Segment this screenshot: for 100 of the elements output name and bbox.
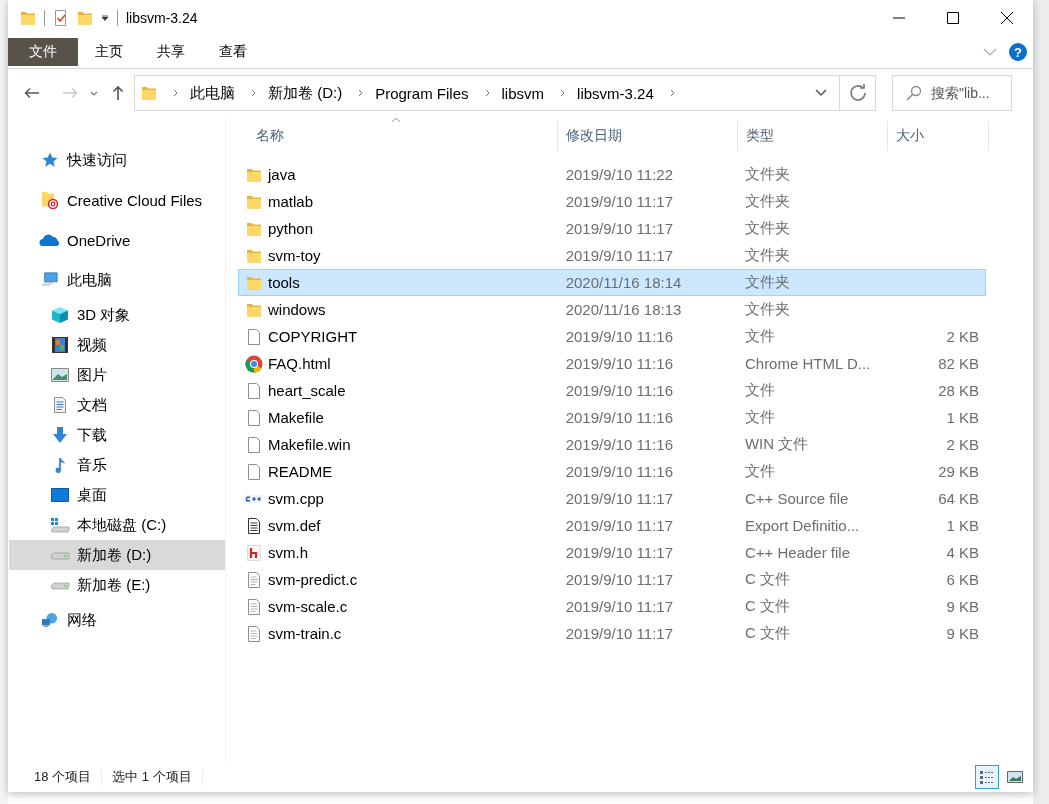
breadcrumb[interactable]: libsvm-3.24 [577,84,654,102]
properties-icon[interactable] [53,10,69,26]
file-size: 29 KB [938,463,979,480]
file-size: 9 KB [946,625,979,642]
file-row[interactable]: tools 2020/11/16 18:14 文件夹 [238,269,986,296]
nav-item[interactable]: 快速访问 [9,140,225,180]
folder-icon [141,85,157,101]
chevron-right-icon [669,89,675,97]
nav-item[interactable]: 音乐 [9,450,225,480]
nav-item[interactable]: OneDrive [9,220,225,260]
file-row[interactable]: svm.def 2019/9/10 11:17 Export Definitio... 1 KB [238,512,986,539]
file-size: 9 KB [946,598,979,615]
search-field[interactable]: 搜索"lib... [892,75,1012,111]
file-row[interactable]: heart_scale 2019/9/10 11:16 文件 28 KB [238,377,986,404]
file-row[interactable]: windows 2020/11/16 18:13 文件夹 [238,296,986,323]
nav-item[interactable]: 本地磁盘 (C:) [9,510,225,540]
file-size: 2 KB [946,436,979,453]
history-dropdown-icon[interactable] [815,89,827,97]
file-name: COPYRIGHT [268,328,358,345]
modified-date: 2019/9/10 11:16 [565,436,673,453]
column-header[interactable]: 修改日期 [558,121,738,151]
file-row[interactable]: README 2019/9/10 11:16 文件 29 KB [238,458,986,485]
folder-icon [246,247,262,264]
file-row[interactable]: FAQ.html 2019/9/10 11:16 Chrome HTML D... 82 KB [238,350,986,377]
ribbon-tab[interactable]: 文件 [8,38,78,66]
file-name: heart_scale [268,382,346,399]
file-size: 4 KB [946,544,979,561]
column-label: 名称 [256,127,284,145]
close-icon[interactable] [1001,12,1013,24]
file-row[interactable]: matlab 2019/9/10 11:17 文件夹 [238,188,986,215]
back-arrow-icon[interactable] [24,87,40,99]
file-size: 6 KB [946,571,979,588]
modified-date: 2019/9/10 11:17 [565,598,673,615]
breadcrumb[interactable]: 此电脑 [190,83,235,103]
file-icon [246,328,262,345]
file-row[interactable]: svm.cpp 2019/9/10 11:17 C++ Source file 64 KB [238,485,986,512]
nav-item[interactable]: Creative Cloud Files [9,180,225,220]
file-row[interactable]: Makefile 2019/9/10 11:16 文件 1 KB [238,404,986,431]
folder-icon [246,301,262,318]
nav-item[interactable]: 视频 [9,330,225,360]
text-file-icon [246,517,262,534]
help-button[interactable]: ? [1009,43,1027,61]
address-bar[interactable]: 此电脑 新加卷 (D:) Program Files libsvm libsvm-3.24 [134,75,840,111]
column-header[interactable]: 类型 [738,121,888,151]
file-row[interactable]: java 2019/9/10 11:22 文件夹 [238,161,986,188]
refresh-button[interactable] [840,75,876,111]
modified-date: 2019/9/10 11:17 [565,625,673,642]
file-row[interactable]: svm-toy 2019/9/10 11:17 文件夹 [238,242,986,269]
nav-item[interactable]: 3D 对象 [9,300,225,330]
maximize-icon[interactable] [947,12,959,24]
file-row[interactable]: Makefile.win 2019/9/10 11:16 WIN 文件 2 KB [238,431,986,458]
file-row[interactable]: svm.h 2019/9/10 11:17 C++ Header file 4 KB [238,539,986,566]
file-name: python [268,220,314,237]
ribbon-tab[interactable]: 查看 [202,38,264,66]
file-type: WIN 文件 [744,435,809,454]
nav-item[interactable]: 新加卷 (D:) [9,540,225,570]
column-label: 类型 [746,127,774,145]
ribbon-tab[interactable]: 主页 [78,38,140,66]
breadcrumb[interactable]: Program Files [375,84,469,102]
ribbon-tab[interactable]: 共享 [140,38,202,66]
cube-icon [51,306,69,324]
file-row[interactable]: svm-predict.c 2019/9/10 11:17 C 文件 6 KB [238,566,986,593]
file-row[interactable]: python 2019/9/10 11:17 文件夹 [238,215,986,242]
column-header[interactable]: 名称 [238,121,558,151]
modified-date: 2019/9/10 11:16 [565,382,673,399]
recent-dropdown-icon[interactable] [90,90,98,96]
nav-item[interactable]: 网络 [9,600,225,640]
file-type: 文件夹 [744,219,790,238]
code-file-icon [245,494,263,503]
nav-item[interactable]: 此电脑 [9,260,225,300]
search-icon [906,85,922,101]
file-name: java [268,166,296,183]
file-size: 82 KB [938,355,979,372]
computer-icon [40,272,60,288]
nav-item[interactable]: 文档 [9,390,225,420]
file-type: 文件夹 [744,192,790,211]
details-view-button[interactable] [975,765,999,789]
file-name: matlab [268,193,314,210]
file-type: Chrome HTML D... [744,355,871,372]
up-arrow-icon[interactable] [112,85,124,101]
column-header[interactable]: 大小 [888,121,989,151]
nav-item[interactable]: 下载 [9,420,225,450]
modified-date: 2019/9/10 11:22 [565,166,673,183]
file-row[interactable]: svm-train.c 2019/9/10 11:17 C 文件 9 KB [238,620,986,647]
nav-item[interactable]: 桌面 [9,480,225,510]
dropdown-icon[interactable] [101,15,109,21]
file-name: svm-predict.c [268,571,358,588]
breadcrumb[interactable]: 新加卷 (D:) [268,83,343,103]
text-file-icon [246,571,262,588]
file-type: 文件夹 [744,165,790,184]
nav-item[interactable]: 新加卷 (E:) [9,570,225,600]
folder-icon [20,10,36,26]
file-row[interactable]: COPYRIGHT 2019/9/10 11:16 文件 2 KB [238,323,986,350]
breadcrumb[interactable]: libsvm [501,84,545,102]
network-icon [40,612,60,628]
file-type: 文件 [744,381,775,400]
file-row[interactable]: svm-scale.c 2019/9/10 11:17 C 文件 9 KB [238,593,986,620]
nav-item[interactable]: 图片 [9,360,225,390]
file-icon [246,409,262,426]
file-name: tools [268,274,300,291]
